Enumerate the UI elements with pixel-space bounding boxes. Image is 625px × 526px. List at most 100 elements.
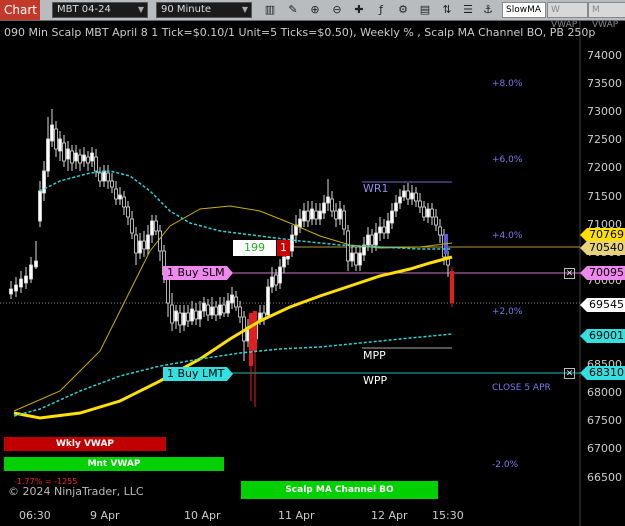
candle-body bbox=[86, 156, 90, 164]
candle-body-down bbox=[450, 271, 454, 303]
wkly-vwap-bar: Wkly VWAP bbox=[4, 437, 166, 451]
m-vwap-button[interactable]: M VWAP bbox=[588, 2, 625, 30]
price-flag: 70095 bbox=[580, 266, 625, 280]
crosshair-icon[interactable]: ✚ bbox=[351, 2, 367, 18]
candle-body bbox=[14, 284, 18, 292]
indicators-icon[interactable]: ƒ bbox=[373, 2, 389, 18]
pct-label: +6,0% bbox=[492, 155, 523, 165]
candle-body bbox=[402, 190, 406, 198]
candle-body bbox=[410, 192, 414, 200]
candle-body bbox=[146, 234, 150, 250]
candle-body bbox=[186, 312, 190, 322]
candle-body bbox=[158, 230, 162, 252]
mnt-vwap-bar: Mnt VWAP bbox=[4, 457, 224, 471]
w-vwap-button[interactable]: W VWAP bbox=[547, 2, 588, 30]
candle-body bbox=[406, 190, 410, 200]
candle-body bbox=[42, 170, 46, 194]
price-axis-label: 74000 bbox=[587, 49, 622, 62]
candle-body bbox=[290, 234, 294, 252]
candle-body bbox=[298, 218, 302, 228]
candle-body bbox=[374, 232, 378, 246]
candle-body bbox=[214, 306, 218, 316]
draw-tools-icon[interactable]: ✎ bbox=[285, 2, 301, 18]
properties-icon[interactable]: ☰ bbox=[460, 2, 476, 18]
price-axis-label: 66500 bbox=[587, 470, 622, 484]
candle-body bbox=[70, 150, 74, 164]
candle-body bbox=[58, 138, 62, 152]
cancel-lmt-icon[interactable]: ✕ bbox=[564, 368, 575, 379]
candle-body bbox=[174, 310, 178, 322]
time-label: 10 Apr bbox=[184, 509, 221, 522]
candle-body bbox=[202, 302, 206, 312]
mpp-label: MPP bbox=[363, 349, 386, 362]
position-size[interactable]: 1 bbox=[277, 240, 290, 256]
candle-body bbox=[358, 252, 362, 266]
pct-label: -2.0% bbox=[492, 460, 519, 470]
chart-title: 090 Min Scalp MBT April 8 1 Tick=$0.10/1… bbox=[4, 26, 596, 39]
candle-body bbox=[334, 210, 338, 220]
candle-body bbox=[34, 260, 38, 268]
instrument-value: MBT 04-24 bbox=[57, 4, 111, 15]
copyright: © 2024 NinjaTrader, LLC bbox=[8, 485, 144, 498]
candle-body bbox=[190, 308, 194, 322]
chart-tab[interactable]: Chart bbox=[0, 0, 40, 20]
cancel-slm-icon[interactable]: ✕ bbox=[564, 268, 575, 279]
candle-body bbox=[310, 208, 314, 220]
candle-body bbox=[274, 274, 278, 286]
candle-body bbox=[19, 278, 23, 288]
price-axis-label: 73000 bbox=[587, 105, 622, 119]
buy-slm-order[interactable]: 1 Buy SLM bbox=[163, 266, 233, 280]
candle-body bbox=[206, 304, 210, 316]
slowma-button[interactable]: SlowMA bbox=[502, 2, 546, 18]
candle-body bbox=[354, 252, 358, 266]
buy-lmt-order[interactable]: 1 Buy LMT bbox=[163, 367, 233, 381]
zoom-in-icon[interactable]: ⊕ bbox=[307, 2, 323, 18]
time-label: 15:30 bbox=[432, 509, 464, 522]
price-axis-label: 67500 bbox=[587, 414, 622, 428]
candle-body bbox=[382, 226, 386, 234]
candle-body bbox=[326, 196, 330, 204]
candle-body bbox=[226, 300, 230, 314]
candle-body bbox=[330, 198, 334, 212]
price-axis-label: 72000 bbox=[587, 161, 622, 175]
chart-trader-icon[interactable]: ⇅ bbox=[439, 2, 455, 18]
interval-selector[interactable]: 90 Minute ▼ bbox=[156, 2, 252, 18]
candle-body bbox=[434, 216, 438, 226]
position-quantity[interactable]: 199 bbox=[233, 240, 276, 256]
candle-body bbox=[350, 252, 354, 262]
candle-body bbox=[74, 152, 78, 162]
close-label: CLOSE 5 APR bbox=[492, 383, 551, 393]
candle-body bbox=[222, 304, 226, 314]
candle-body bbox=[322, 202, 326, 214]
candle-body bbox=[414, 192, 418, 202]
pct-label: +2,0% bbox=[492, 307, 523, 317]
candle-body bbox=[154, 220, 158, 232]
chart-toolbar: Chart MBT 04-24 ▼ 90 Minute ▼ ▥ ✎ ⊕ ⊖ ✚ ƒ … bbox=[0, 0, 625, 30]
candle-body bbox=[266, 286, 270, 316]
candle-body bbox=[218, 304, 222, 316]
candle-body bbox=[114, 188, 118, 200]
candle-body bbox=[138, 240, 142, 254]
candle-body bbox=[378, 226, 382, 234]
zoom-out-icon[interactable]: ⊖ bbox=[329, 2, 345, 18]
price-flag: 70540 bbox=[580, 241, 625, 255]
interval-value: 90 Minute bbox=[161, 4, 212, 15]
candle-body bbox=[166, 276, 170, 304]
instrument-selector[interactable]: MBT 04-24 ▼ bbox=[52, 2, 148, 18]
time-label: 9 Apr bbox=[90, 509, 120, 522]
candle-body bbox=[238, 306, 242, 318]
candle-body bbox=[422, 206, 426, 218]
chevron-down-icon: ▼ bbox=[241, 5, 248, 14]
bar-type-icon[interactable]: ▥ bbox=[262, 2, 278, 18]
candle-body bbox=[342, 210, 346, 230]
strategy-icon[interactable]: ⚙ bbox=[395, 2, 411, 18]
candle-body bbox=[66, 148, 70, 160]
candle-body bbox=[178, 312, 182, 326]
attach-icon[interactable]: ⚓ bbox=[480, 2, 496, 18]
candle-body bbox=[110, 180, 114, 188]
candle-body bbox=[54, 128, 58, 150]
candle-body bbox=[46, 138, 50, 172]
candle-body bbox=[198, 310, 202, 320]
data-box-icon[interactable]: ▤ bbox=[417, 2, 433, 18]
candle-body bbox=[366, 234, 370, 246]
